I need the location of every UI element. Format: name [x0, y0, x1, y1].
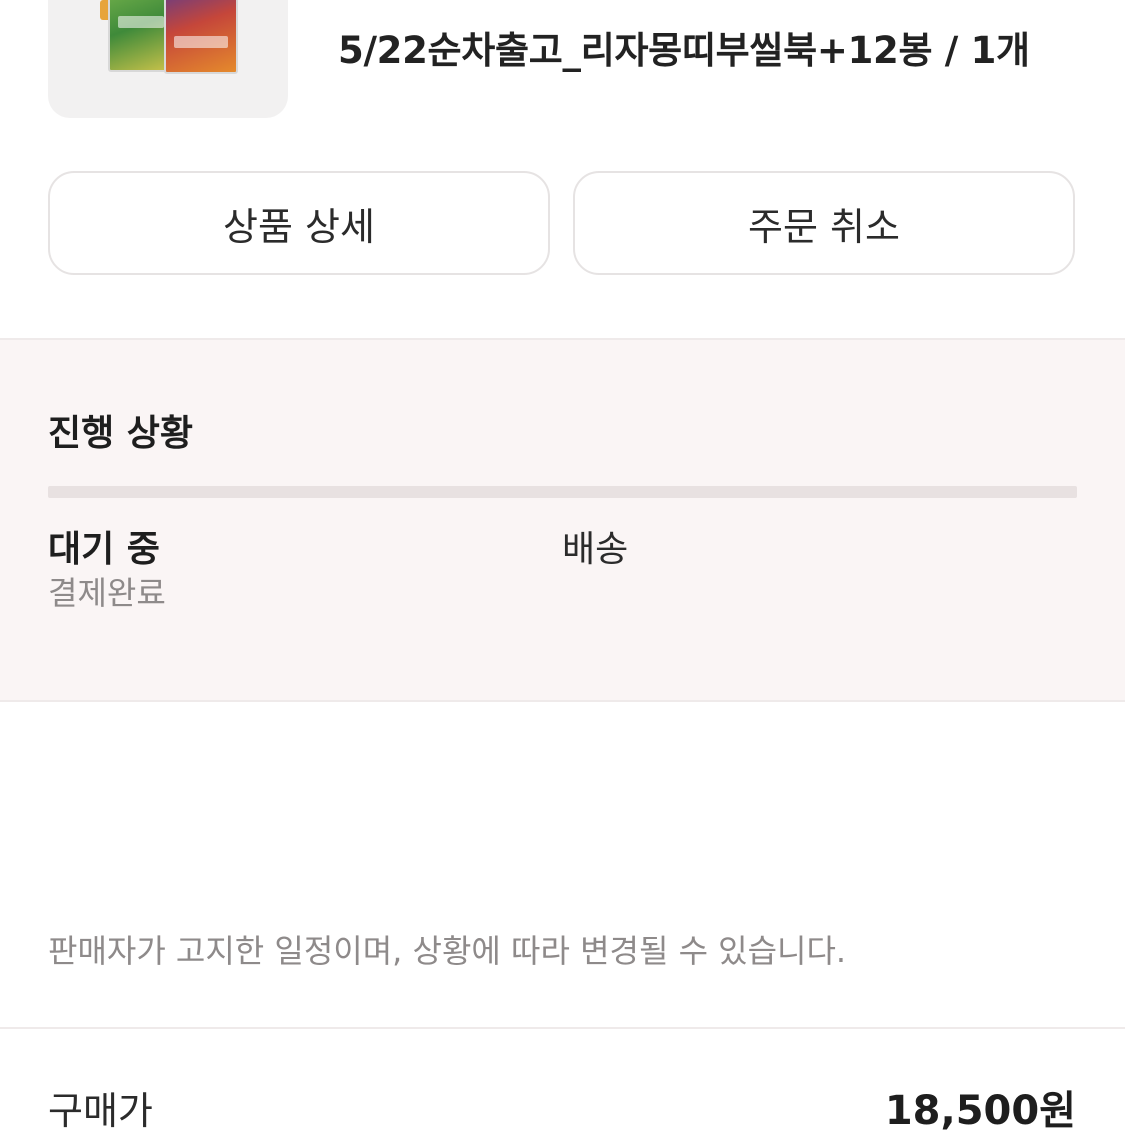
progress-bar — [48, 486, 1077, 498]
next-step-title: 배송 — [562, 529, 629, 570]
section-divider — [0, 1027, 1125, 1029]
product-detail-button[interactable]: 상품 상세 — [48, 171, 550, 275]
current-step-title: 대기 중 — [48, 529, 160, 570]
price-value: 18,500원 — [884, 1088, 1076, 1134]
schedule-notice: 판매자가 고지한 일정이며, 상황에 따라 변경될 수 있습니다. — [48, 932, 847, 970]
progress-heading: 진행 상황 — [48, 413, 194, 454]
cancel-order-button[interactable]: 주문 취소 — [573, 171, 1075, 275]
current-step-subtitle: 결제완료 — [48, 574, 166, 612]
order-item-row: 5/22순차출고_리자몽띠부씰북+12봉 / 1개 — [0, 0, 1125, 140]
product-thumbnail[interactable] — [48, 0, 288, 118]
product-title: 5/22순차출고_리자몽띠부씰북+12봉 / 1개 — [338, 29, 1030, 72]
progress-status-section: 진행 상황 대기 중 결제완료 배송 — [0, 338, 1125, 702]
price-label: 구매가 — [48, 1089, 153, 1133]
product-pack-red — [164, 0, 238, 74]
